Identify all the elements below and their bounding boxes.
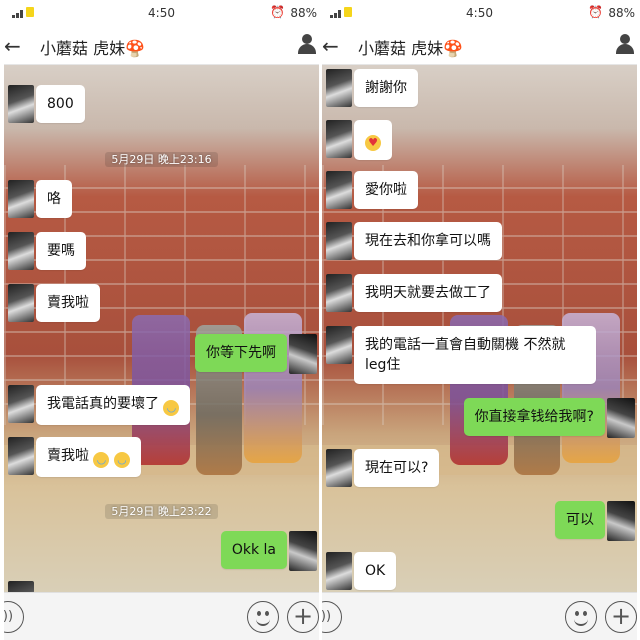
message-outgoing[interactable]: 可以 xyxy=(555,501,605,539)
title-right: 虎妹🍄 xyxy=(411,39,464,58)
input-bar: )) + xyxy=(4,592,319,640)
message-incoming[interactable]: 我的電話一直會自動關機 不然就leg住 xyxy=(354,326,596,384)
message-outgoing[interactable]: Okk la xyxy=(220,531,287,569)
status-bar: 4:50 ⏰ 88% xyxy=(4,0,319,26)
message-outgoing[interactable]: 你直接拿钱给我啊? xyxy=(463,398,605,436)
title-left: 小蘑菇 xyxy=(40,39,89,58)
contact-avatar[interactable] xyxy=(326,326,352,364)
timestamp: 5月29日 晚上23:22 xyxy=(4,503,319,519)
back-arrow-icon[interactable]: ← xyxy=(322,34,339,58)
message-incoming[interactable]: OK xyxy=(354,552,397,590)
my-avatar[interactable] xyxy=(607,398,635,438)
crying-emoji-icon: ◡ xyxy=(93,452,110,468)
emoji-picker-icon[interactable] xyxy=(247,601,279,633)
title-right: 虎妹🍄 xyxy=(93,39,146,58)
voice-input-icon[interactable]: )) xyxy=(4,601,24,633)
message-text: 賣我啦 xyxy=(47,448,89,464)
input-bar: )) + xyxy=(322,592,637,640)
contact-avatar[interactable] xyxy=(326,222,352,260)
message-incoming[interactable]: 賣我啦 xyxy=(36,284,100,322)
contact-avatar[interactable] xyxy=(8,284,34,322)
message-list: 謝謝你 ♥ 愛你啦 現在去和你拿可以嗎 我明天就要去做工了 我的電話一直會自動關… xyxy=(322,65,637,592)
title-left: 小蘑菇 xyxy=(358,39,407,58)
contact-avatar[interactable] xyxy=(8,385,34,423)
chat-title: 小蘑菇 虎妹🍄 xyxy=(40,35,145,59)
emoji-picker-icon[interactable] xyxy=(565,601,597,633)
message-incoming[interactable]: 現在可以? xyxy=(354,449,440,487)
add-attachment-icon[interactable]: + xyxy=(605,601,637,633)
message-outgoing[interactable]: 你等下先啊 xyxy=(195,334,287,372)
crying-emoji-icon: ◡ xyxy=(113,452,130,468)
message-incoming[interactable]: 愛你啦 xyxy=(354,171,418,209)
contact-avatar[interactable] xyxy=(326,69,352,107)
message-incoming[interactable]: 賣我啦 ◡ ◡ xyxy=(36,437,141,477)
contact-avatar[interactable] xyxy=(326,552,352,590)
alarm-icon: ⏰ xyxy=(588,5,603,19)
add-attachment-icon[interactable]: + xyxy=(287,601,319,633)
contact-avatar[interactable] xyxy=(326,120,352,158)
contact-avatar[interactable] xyxy=(8,85,34,123)
crying-emoji-icon: ◡ xyxy=(163,400,180,416)
my-avatar[interactable] xyxy=(289,334,317,374)
message-incoming[interactable]: 現在去和你拿可以嗎 xyxy=(354,222,502,260)
contact-avatar[interactable] xyxy=(326,274,352,312)
chat-screenshot-right: 4:50 ⏰ 88% ← 小蘑菇 虎妹🍄 謝謝你 ♥ 愛你啦 現在去和你拿可以嗎… xyxy=(322,0,637,640)
back-arrow-icon[interactable]: ← xyxy=(4,34,21,58)
message-incoming[interactable]: 我明天就要去做工了 xyxy=(354,274,502,312)
heart-eyes-emoji-icon: ♥ xyxy=(365,135,381,151)
voice-input-icon[interactable]: )) xyxy=(322,601,342,633)
battery-level: 88% xyxy=(290,6,317,20)
contact-avatar[interactable] xyxy=(326,449,352,487)
contact-profile-icon[interactable] xyxy=(615,34,635,54)
message-incoming[interactable]: ♥ xyxy=(354,120,392,160)
message-incoming[interactable]: 謝謝你 xyxy=(354,69,418,107)
timestamp: 5月29日 晚上23:16 xyxy=(4,151,319,167)
message-incoming[interactable]: 我電話真的要壞了 ◡ xyxy=(36,385,191,425)
contact-profile-icon[interactable] xyxy=(297,34,317,54)
chat-header: ← 小蘑菇 虎妹🍄 xyxy=(4,26,319,65)
battery-level: 88% xyxy=(608,6,635,20)
message-list: 800 5月29日 晚上23:16 咯 要嗎 賣我啦 你等下先啊 我電話真的要壞… xyxy=(4,65,319,619)
contact-avatar[interactable] xyxy=(8,180,34,218)
my-avatar[interactable] xyxy=(289,531,317,571)
contact-avatar[interactable] xyxy=(326,171,352,209)
contact-avatar[interactable] xyxy=(8,437,34,475)
status-bar: 4:50 ⏰ 88% xyxy=(322,0,637,26)
contact-avatar[interactable] xyxy=(8,232,34,270)
message-text: 我電話真的要壞了 xyxy=(47,396,159,412)
message-incoming[interactable]: 800 xyxy=(36,85,85,123)
chat-title: 小蘑菇 虎妹🍄 xyxy=(358,35,463,59)
message-incoming[interactable]: 要嗎 xyxy=(36,232,86,270)
my-avatar[interactable] xyxy=(607,501,635,541)
chat-header: ← 小蘑菇 虎妹🍄 xyxy=(322,26,637,65)
message-incoming[interactable]: 咯 xyxy=(36,180,72,218)
chat-screenshot-left: 4:50 ⏰ 88% ← 小蘑菇 虎妹🍄 800 5月29日 晚上23:16 咯… xyxy=(4,0,319,640)
alarm-icon: ⏰ xyxy=(270,5,285,19)
